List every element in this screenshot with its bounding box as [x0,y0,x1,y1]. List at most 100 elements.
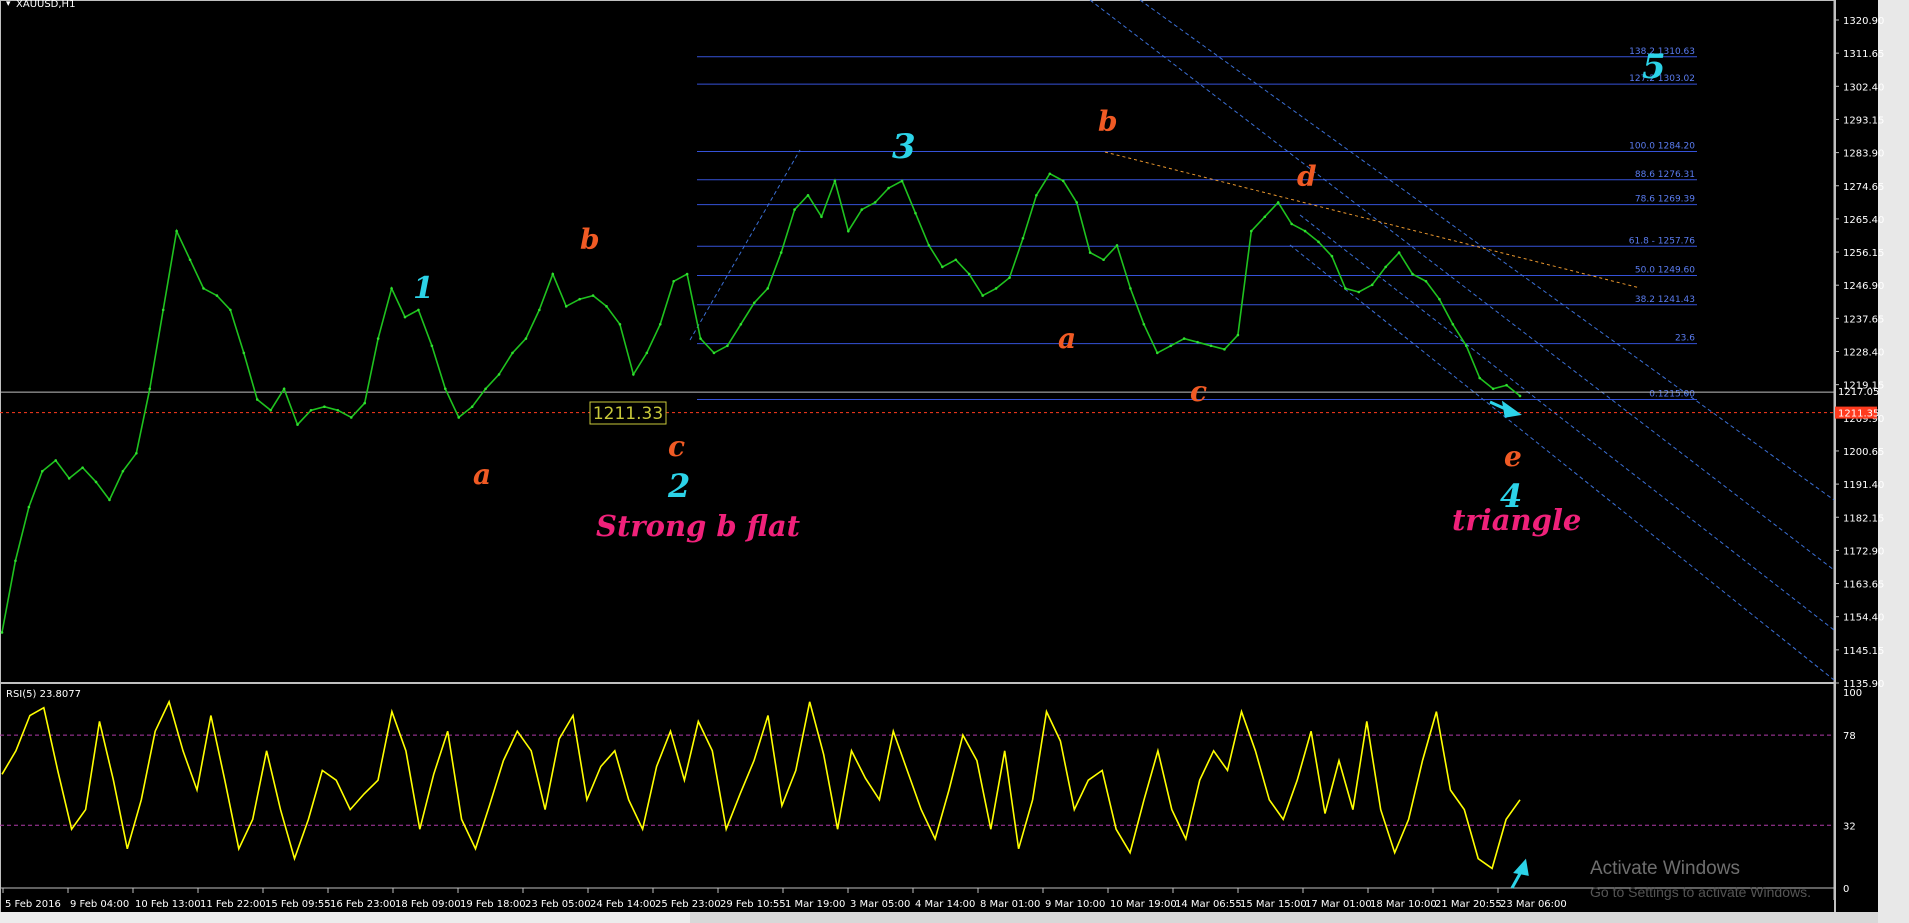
price-point [161,308,165,312]
wave-label-c1: c [668,430,685,463]
price-point [1491,387,1495,391]
time-tick-label: 18 Mar 10:00 [1370,899,1437,910]
time-tick-label: 9 Mar 10:00 [1045,899,1105,910]
price-point [873,201,877,204]
wave-label-a2: a [1058,322,1076,355]
price-point [551,272,555,276]
price-tick-label: 1311.65 [1843,49,1884,60]
price-point [349,416,353,419]
price-point [564,305,568,308]
price-box-label: 1211.33 [593,404,663,424]
price-point [1276,201,1280,204]
price-point [1344,287,1347,290]
fib-label: 23.6 [1675,334,1695,344]
price-point [417,308,420,312]
fib-label: 78.6 1269.39 [1635,195,1695,205]
rsi-title: RSI(5) 23.8077 [6,689,81,700]
price-point [390,287,393,290]
price-point [1370,283,1374,287]
price-tick-label: 1237.65 [1843,314,1884,325]
price-point [672,279,675,283]
price-point [1142,322,1146,326]
price-point [887,186,890,190]
price-point [1384,265,1387,269]
wave-label-5: 5 [1642,47,1666,87]
price-point [430,344,434,348]
wave-label-b2: b [1098,105,1118,138]
chart-title: XAUUSD,H1 [16,0,75,10]
price-point [793,208,796,211]
price-point [108,498,111,502]
price-point [511,351,514,355]
time-tick-label: 24 Feb 14:00 [590,899,656,910]
fib-label: 50.0 1249.60 [1635,266,1695,276]
price-point [323,405,326,408]
price-point [135,451,138,455]
price-point [766,287,770,290]
chart-menu-arrow[interactable]: ▾ [6,0,11,9]
price-point [1061,179,1065,183]
price-point [470,405,474,408]
rsi-tick-label: 78 [1843,731,1856,742]
time-tick-label: 21 Mar 20:55 [1435,899,1502,910]
price-point [1129,287,1132,290]
price-point [524,337,528,340]
wave-label-2: 2 [667,467,690,505]
price-point [1236,333,1240,337]
price-point [1290,222,1293,226]
price-point [685,272,689,276]
rsi-tick-label: 100 [1843,688,1862,699]
wave-label-d2: d [1297,160,1317,193]
price-point [833,179,837,183]
price-point [1478,376,1481,380]
price-point [1169,344,1173,348]
time-tick-label: 10 Feb 13:00 [135,899,201,910]
price-point [538,308,541,312]
time-tick-label: 5 Feb 2016 [5,899,61,910]
price-point [27,505,31,509]
price-point [1209,344,1213,348]
wave-label-c2: c [1190,375,1207,408]
price-point [1464,344,1468,348]
watermark-title: Activate Windows [1590,858,1740,879]
price-point [954,258,958,262]
price-tick-label: 1274.65 [1843,182,1884,193]
price-point [847,229,850,233]
price-point [632,373,635,376]
price-point [591,294,595,297]
time-tick-label: 8 Mar 01:00 [980,899,1040,910]
time-tick-label: 18 Feb 09:00 [395,899,461,910]
price-point [1115,244,1119,247]
price-tick-label: 1163.65 [1843,580,1884,591]
price-point [282,387,286,391]
price-point [1263,215,1267,219]
price-point [309,408,313,412]
price-point [1397,251,1401,254]
price-point [699,337,702,340]
price-point [229,308,232,312]
price-point [1088,251,1092,254]
fib-label: 61.8 - 1257.76 [1629,236,1695,246]
price-point [1411,272,1414,276]
price-point [658,322,662,326]
price-tick-label: 1302.40 [1843,82,1884,93]
price-point [1518,394,1522,398]
time-tick-label: 25 Feb 23:00 [655,899,721,910]
price-point [336,408,340,412]
wave-label-e2: e [1504,440,1522,473]
price-point [215,294,219,297]
price-point [188,258,192,262]
price-tick-label: 1154.40 [1843,613,1884,624]
time-tick-label: 29 Feb 10:55 [720,899,786,910]
price-point [779,251,783,254]
price-point [202,287,205,290]
price-point [1008,276,1011,279]
price-point [296,423,299,426]
fib-label: 100.0 1284.20 [1629,142,1695,152]
price-point [148,387,152,391]
price-point [363,401,367,405]
price-point [1505,383,1508,387]
price-point [54,459,58,462]
price-point [1250,229,1253,233]
scrollbar-thumb[interactable] [0,912,690,923]
